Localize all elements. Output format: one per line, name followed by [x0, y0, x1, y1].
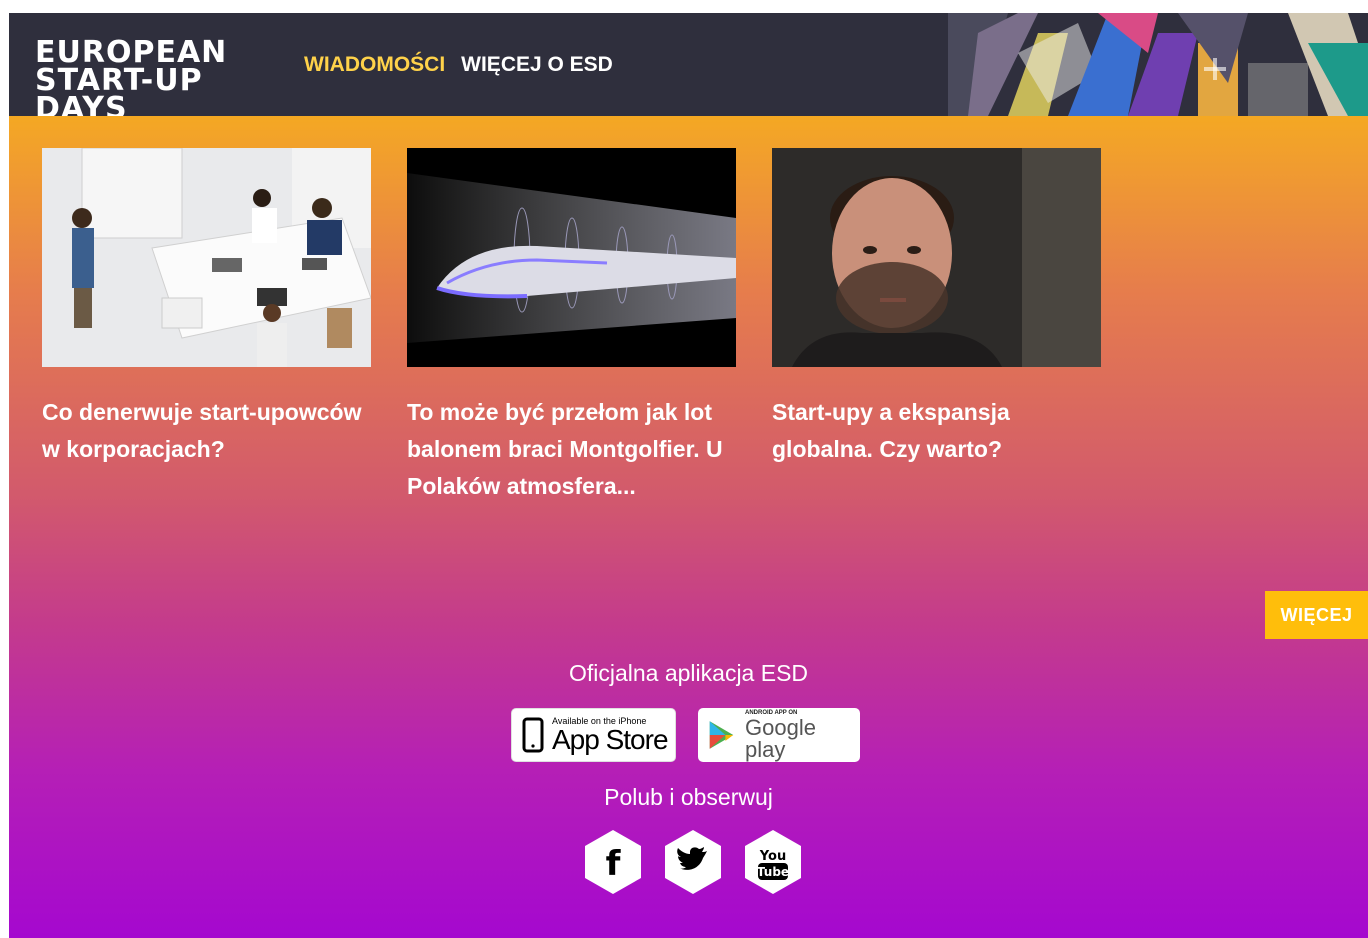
facebook-link[interactable]: f: [585, 830, 641, 894]
svg-text:Tube: Tube: [757, 865, 789, 879]
esd-logo[interactable]: EUROPEAN START-UP DAYS: [35, 38, 265, 117]
more-button[interactable]: WIĘCEJ: [1265, 591, 1368, 639]
google-play-badge[interactable]: ANDROID APP ON Google play: [698, 708, 860, 762]
facebook-icon: f: [585, 830, 641, 894]
main-nav: WIADOMOŚCI WIĘCEJ O ESD: [304, 53, 613, 77]
twitter-link[interactable]: [665, 830, 721, 894]
follow-heading: Polub i obserwuj: [604, 784, 773, 810]
article-image-office[interactable]: [42, 148, 371, 367]
page-frame: EUROPEAN START-UP DAYS WIADOMOŚCI WIĘCEJ…: [9, 13, 1368, 938]
google-play-big-text: Google play: [745, 714, 816, 762]
iphone-icon: [522, 717, 544, 753]
svg-text:f: f: [606, 844, 622, 884]
article-title[interactable]: Start-upy a ekspansja globalna. Czy wart…: [772, 394, 1092, 468]
logo-line-3: DAYS: [35, 91, 128, 117]
twitter-icon: [665, 830, 721, 894]
nav-item-more-about-esd[interactable]: WIĘCEJ O ESD: [461, 53, 613, 77]
app-store-big-text: App Store: [552, 724, 669, 755]
article-image-portrait[interactable]: [772, 148, 1101, 367]
site-header: EUROPEAN START-UP DAYS WIADOMOŚCI WIĘCEJ…: [9, 13, 1368, 116]
youtube-link[interactable]: You Tube: [745, 830, 801, 894]
app-heading: Oficjalna aplikacja ESD: [568, 660, 809, 686]
article-card[interactable]: Start-upy a ekspansja globalna. Czy wart…: [772, 148, 1101, 468]
nav-item-news[interactable]: WIADOMOŚCI: [304, 53, 445, 77]
article-image-hyperloop[interactable]: [407, 148, 736, 367]
header-decoration: [948, 13, 1368, 116]
article-card[interactable]: Co denerwuje start-upowców w korporacjac…: [42, 148, 371, 468]
app-store-badge[interactable]: Available on the iPhone App Store: [511, 708, 676, 762]
google-play-icon: [709, 721, 734, 749]
article-card[interactable]: To może być przełom jak lot balonem brac…: [407, 148, 736, 505]
article-title[interactable]: Co denerwuje start-upowców w korporacjac…: [42, 394, 362, 468]
youtube-icon: You Tube: [745, 830, 801, 894]
article-title[interactable]: To może być przełom jak lot balonem brac…: [407, 394, 727, 505]
svg-text:You: You: [759, 849, 786, 864]
